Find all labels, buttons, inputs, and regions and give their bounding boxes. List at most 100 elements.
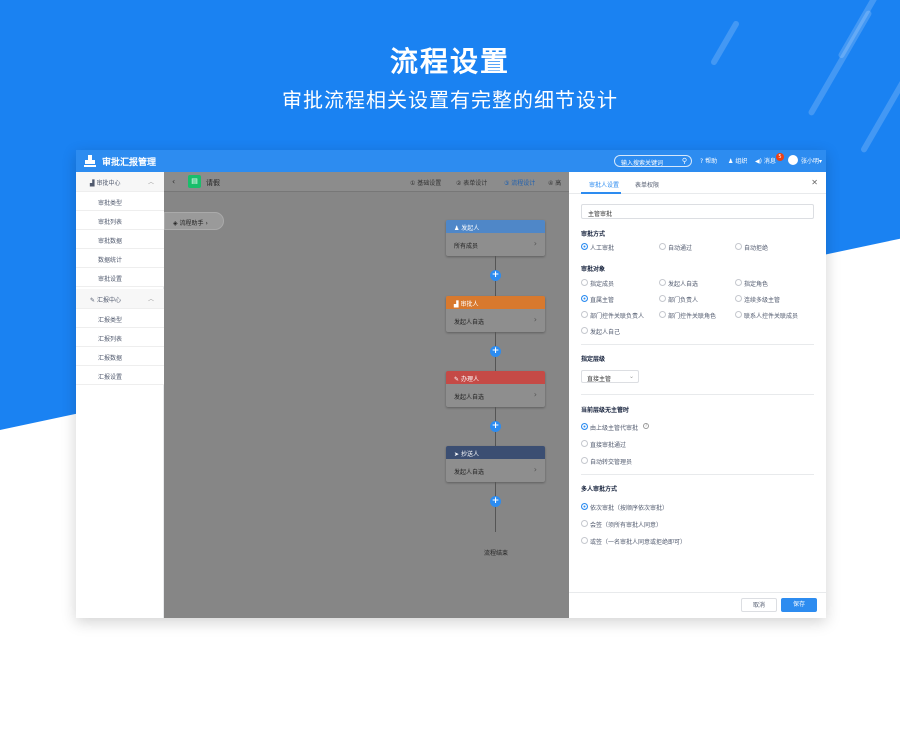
search-icon[interactable]: ⚲ — [682, 157, 687, 165]
chevron-right-icon: › — [205, 220, 208, 227]
form-name: 请假 — [206, 179, 220, 187]
sidebar-item-report-list[interactable]: 汇报列表 — [76, 328, 164, 347]
pencil-icon: ✎ — [90, 297, 96, 304]
add-node-button[interactable]: + — [490, 346, 501, 357]
node-initiator[interactable]: ♟ 发起人 所有成员 › — [446, 220, 545, 256]
node-approver[interactable]: ▟ 审批人 发起人自选 › — [446, 296, 545, 332]
sidebar-item-report-settings[interactable]: 汇报设置 — [76, 366, 164, 385]
radio-dept-head[interactable]: 部门负责人 — [659, 295, 698, 304]
add-node-button[interactable]: + — [490, 421, 501, 432]
step-label: 流程设计 — [511, 180, 536, 187]
step-flow[interactable]: ③ 流程设计 — [504, 178, 535, 187]
node-body: 发起人自选 › — [446, 459, 545, 482]
sidebar-item-report-type[interactable]: 汇报类型 — [76, 309, 164, 328]
level-title: 指定层级 — [581, 356, 606, 363]
node-header: ➤ 抄送人 — [446, 446, 545, 459]
radio-initiator-choose[interactable]: 发起人自选 — [659, 279, 698, 288]
step-label: 基础设置 — [417, 180, 442, 187]
add-node-button[interactable]: + — [490, 496, 501, 507]
radio-direct-supervisor[interactable]: 直属主管 — [581, 295, 614, 304]
radio-specified-role[interactable]: 指定角色 — [735, 279, 768, 288]
node-body: 发起人自选 › — [446, 309, 545, 332]
tab-approver-settings[interactable]: 审批人设置 — [589, 180, 619, 189]
divider — [581, 344, 814, 345]
radio-transfer-admin[interactable]: 自动转交管理员 — [581, 457, 632, 466]
sidebar-group-label: 汇报中心 — [96, 297, 121, 304]
chevron-down-icon: ⌄ — [628, 373, 634, 380]
search-input[interactable]: 输入搜索关键词 ⚲ — [614, 155, 692, 167]
sidebar-item-approval-settings[interactable]: 审批设置 — [76, 268, 164, 287]
radio-manual[interactable]: 人工审批 — [581, 243, 614, 252]
sidebar-item-approval-data[interactable]: 审批数据 — [76, 230, 164, 249]
help-icon[interactable]: ? — [643, 423, 649, 429]
save-button[interactable]: 保存 — [781, 598, 817, 612]
hero-subtitle: 审批流程相关设置有完整的细节设计 — [282, 88, 618, 112]
radio-auto-reject[interactable]: 自动拒绝 — [735, 243, 768, 252]
radio-direct-pass[interactable]: 直接审批通过 — [581, 440, 626, 449]
step-advanced[interactable]: ④ 高 — [548, 178, 561, 187]
messages-link[interactable]: ◀) 消息 — [755, 156, 776, 165]
node-value: 发起人自选 — [454, 394, 485, 401]
radio-specified-member[interactable]: 指定成员 — [581, 279, 614, 288]
stamp-icon — [84, 155, 96, 167]
chevron-right-icon: › — [533, 465, 537, 474]
help-label: 帮助 — [705, 158, 718, 165]
radio-multi-level[interactable]: 连续多级主管 — [735, 295, 780, 304]
level-value: 直接主管 — [587, 376, 612, 383]
radio-contact-control-member[interactable]: 联系人控件关联成员 — [735, 311, 798, 320]
avatar[interactable] — [788, 155, 798, 165]
chevron-right-icon: › — [533, 390, 537, 399]
helper-label: 流程助手 — [179, 220, 204, 227]
chevron-right-icon: › — [533, 315, 537, 324]
node-value: 发起人自选 — [454, 319, 485, 326]
divider — [581, 394, 814, 395]
active-tab-indicator — [581, 192, 621, 194]
add-node-button[interactable]: + — [490, 270, 501, 281]
help-link[interactable]: ? 帮助 — [700, 156, 717, 165]
step-basic[interactable]: ① 基础设置 — [410, 178, 441, 187]
sidebar: ▟ 审批中心 ︿ 审批类型 审批列表 审批数据 数据统计 审批设置 ✎ 汇报中心 ︿… — [76, 172, 164, 618]
no-supervisor-title: 当前层级无主管时 — [581, 407, 630, 414]
radio-countersign[interactable]: 会签（须所有审批人同意） — [581, 520, 662, 529]
step-label: 表单设计 — [463, 180, 488, 187]
tab-form-permissions[interactable]: 表单权限 — [635, 180, 659, 189]
node-name-input[interactable]: 主管审批 — [581, 204, 814, 219]
node-title: 审批人 — [460, 301, 479, 308]
sidebar-group-report[interactable]: ✎ 汇报中心 ︿ — [76, 289, 164, 309]
level-select[interactable]: 直接主管 ⌄ — [581, 370, 639, 383]
radio-upper-supervisor[interactable]: 由上级主管代审批 — [581, 423, 638, 432]
back-icon[interactable]: ‹ — [172, 177, 175, 186]
radio-sequential[interactable]: 依次审批（按顺序依次审批） — [581, 503, 668, 512]
radio-auto-pass[interactable]: 自动通过 — [659, 243, 692, 252]
chevron-up-icon: ︿ — [147, 296, 154, 303]
chevron-up-icon: ︿ — [147, 179, 154, 186]
sidebar-item-report-data[interactable]: 汇报数据 — [76, 347, 164, 366]
user-menu[interactable]: 张小明▾ — [801, 156, 822, 165]
node-cc[interactable]: ➤ 抄送人 发起人自选 › — [446, 446, 545, 482]
sidebar-item-approval-type[interactable]: 审批类型 — [76, 192, 164, 211]
radio-dept-control-role[interactable]: 部门控件关联角色 — [659, 311, 716, 320]
approver-settings-panel: 审批人设置 表单权限 ✕ 主管审批 审批方式 人工审批 自动通过 自动拒绝 审批… — [569, 172, 826, 618]
sidebar-item-statistics[interactable]: 数据统计 — [76, 249, 164, 268]
cancel-button[interactable]: 取消 — [741, 598, 777, 612]
multi-approval-title: 多人审批方式 — [581, 486, 618, 493]
radio-initiator-self[interactable]: 发起人自己 — [581, 327, 620, 336]
radio-dept-control-head[interactable]: 部门控件关联负责人 — [581, 311, 644, 320]
step-form[interactable]: ② 表单设计 — [456, 178, 487, 187]
node-handler[interactable]: ✎ 办理人 发起人自选 › — [446, 371, 545, 407]
flow-canvas: ‹ ▤ 请假 ① 基础设置 ② 表单设计 ③ 流程设计 ④ 高 ◈ 流程助手 ›… — [164, 172, 569, 618]
user-name: 张小明 — [801, 158, 820, 165]
sidebar-item-approval-list[interactable]: 审批列表 — [76, 211, 164, 230]
node-body: 发起人自选 › — [446, 384, 545, 407]
org-link[interactable]: ♟ 组织 — [728, 156, 747, 165]
stamp-icon: ▟ — [90, 180, 95, 187]
top-bar: 审批汇报管理 输入搜索关键词 ⚲ ? 帮助 ♟ 组织 ◀) 消息 5 张小明▾ — [76, 150, 826, 172]
node-value: 所有成员 — [454, 243, 479, 250]
flow-helper-button[interactable]: ◈ 流程助手 › — [164, 212, 224, 230]
radio-or-sign[interactable]: 或签（一名审批人同意或拒绝即可） — [581, 537, 686, 546]
canvas-header: ‹ ▤ 请假 ① 基础设置 ② 表单设计 ③ 流程设计 ④ 高 — [164, 172, 569, 192]
sidebar-group-approval[interactable]: ▟ 审批中心 ︿ — [76, 172, 164, 192]
node-title: 抄送人 — [460, 451, 479, 458]
step-label: 高 — [555, 180, 562, 187]
close-icon[interactable]: ✕ — [811, 178, 818, 187]
